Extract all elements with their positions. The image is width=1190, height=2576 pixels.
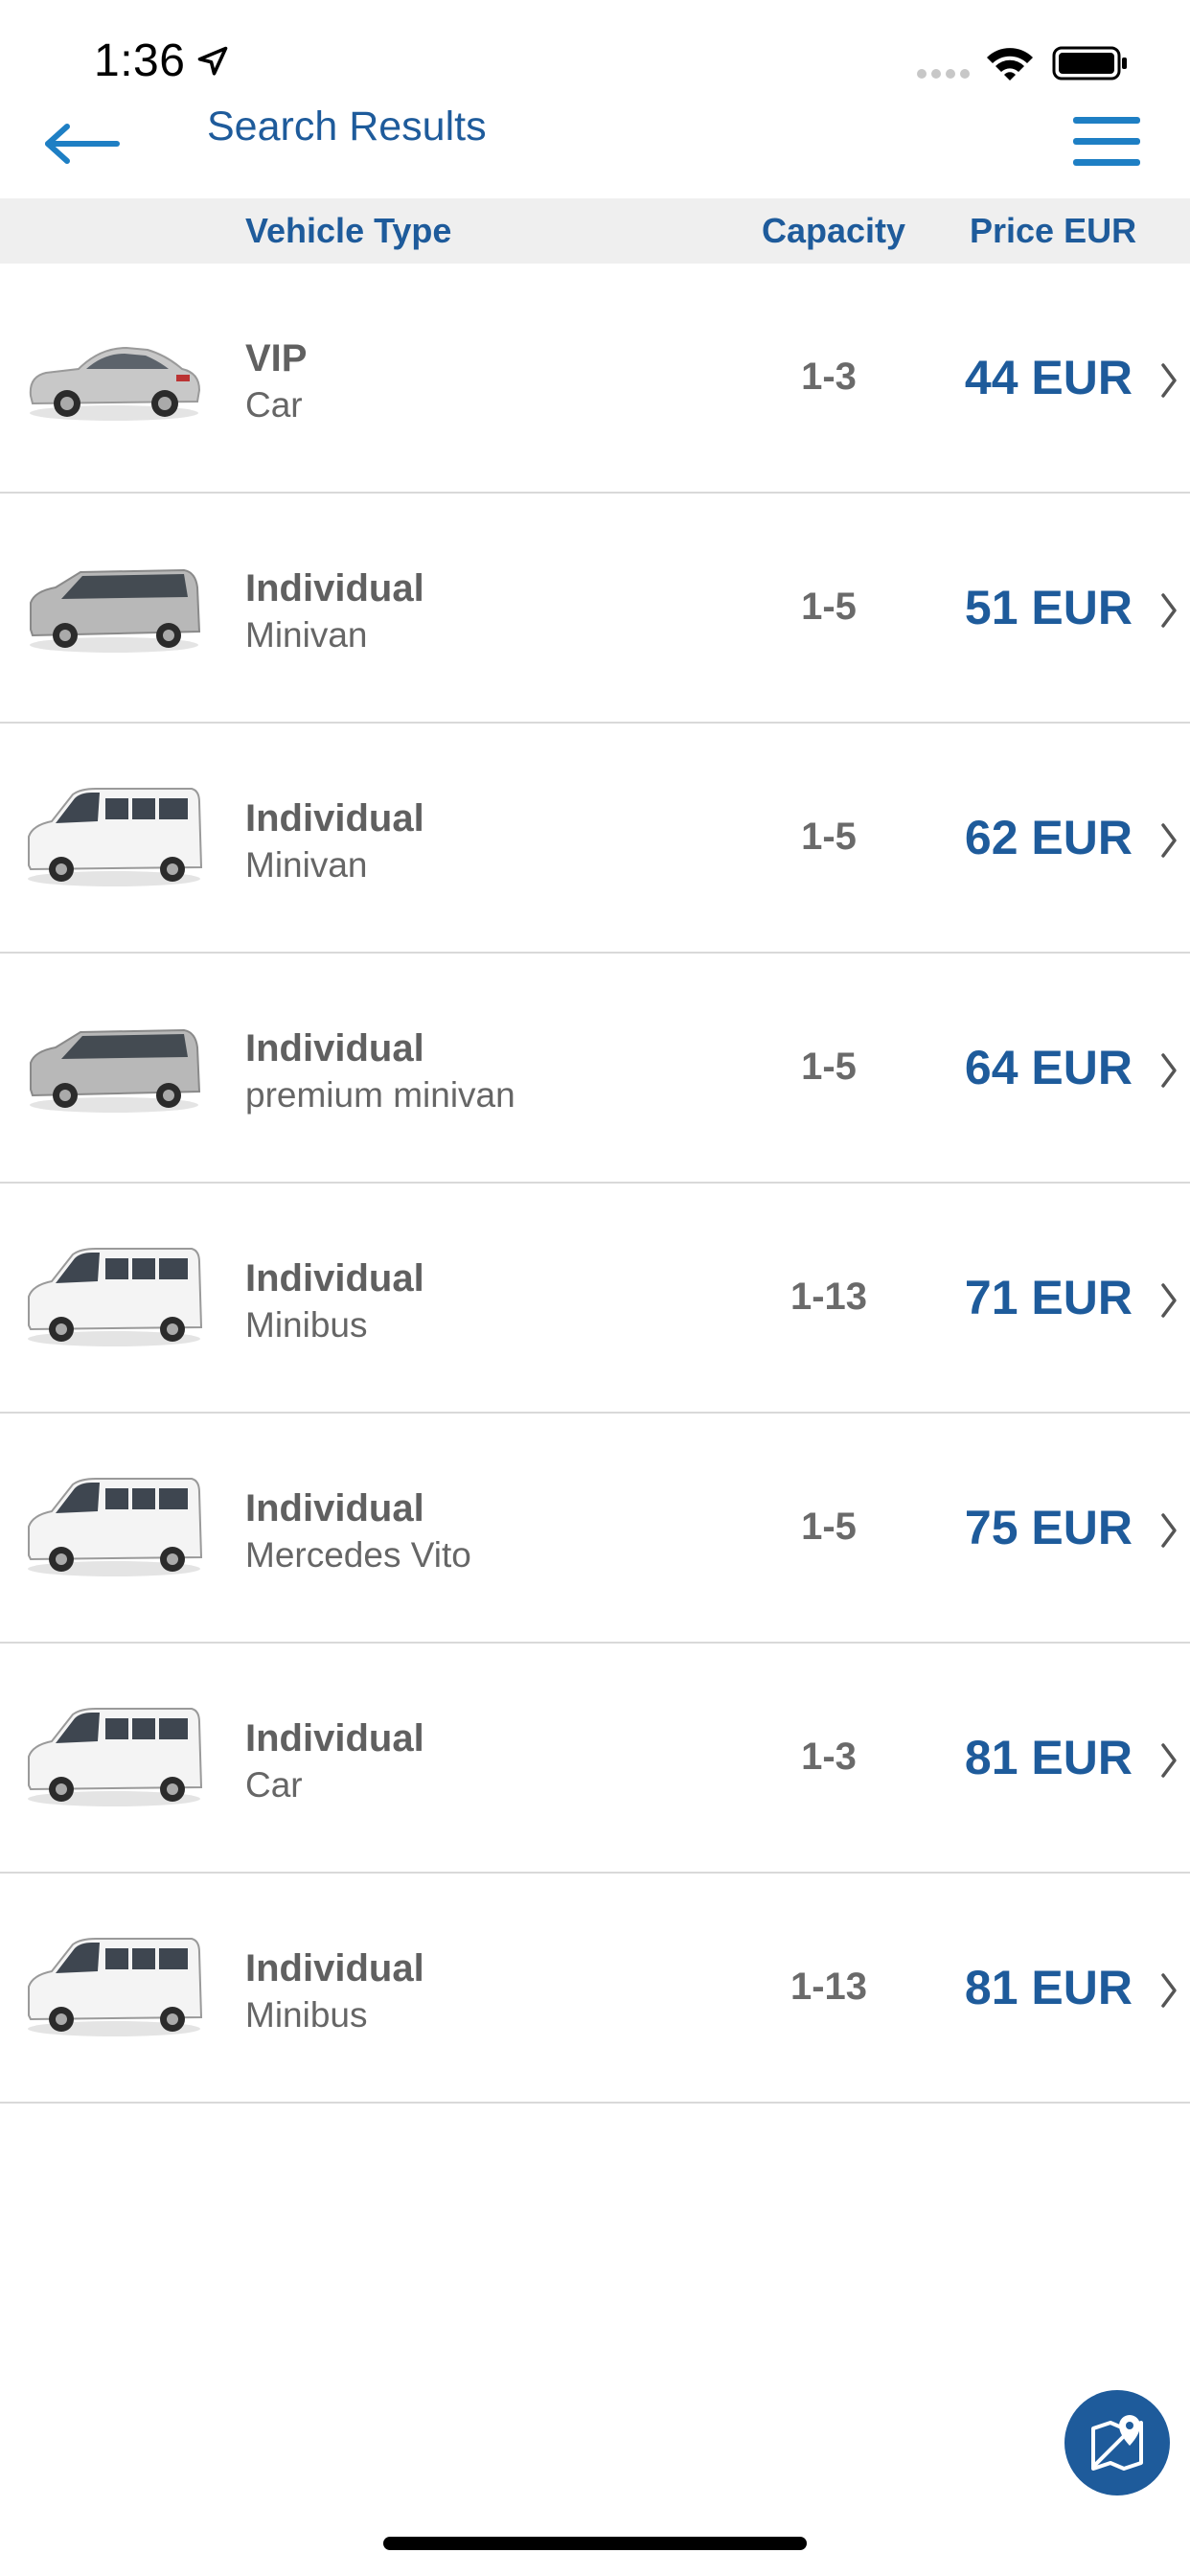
home-indicator xyxy=(383,2537,807,2550)
vehicle-price: 71 EUR xyxy=(964,1271,1133,1324)
van-image xyxy=(28,788,203,886)
chevron-right-icon xyxy=(1161,1513,1177,1548)
vehicle-category: Individual xyxy=(245,1487,424,1530)
vehicle-price: 44 EUR xyxy=(964,351,1133,404)
result-row[interactable]: Individual Minivan 1-5 62 EUR xyxy=(0,724,1190,954)
vehicle-subtype: Minivan xyxy=(245,845,368,885)
minivan-image xyxy=(30,568,201,653)
result-row[interactable]: VIP Car 1-3 44 EUR xyxy=(0,264,1190,494)
vehicle-category: VIP xyxy=(245,337,308,380)
results-list: VIP Car 1-3 44 EUR Individual Minivan 1-… xyxy=(0,264,1190,2104)
map-button[interactable] xyxy=(1064,2390,1170,2496)
van-image xyxy=(28,1708,203,1806)
vehicle-price: 81 EUR xyxy=(964,1961,1133,2014)
column-header-vehicle-type: Vehicle Type xyxy=(245,211,452,250)
vehicle-subtype: Car xyxy=(245,385,303,425)
vehicle-category: Individual xyxy=(245,797,424,840)
vehicle-price: 62 EUR xyxy=(964,811,1133,864)
van-image xyxy=(28,1248,203,1346)
chevron-right-icon xyxy=(1161,1973,1177,2008)
column-header-price: Price EUR xyxy=(970,211,1137,250)
vehicle-capacity: 1-13 xyxy=(790,1966,868,2008)
chevron-right-icon xyxy=(1161,1053,1177,1088)
vehicle-subtype: Minibus xyxy=(245,1995,368,2035)
van-image xyxy=(28,1938,203,2036)
vehicle-capacity: 1-5 xyxy=(801,1046,857,1088)
table-header: Vehicle Type Capacity Price EUR xyxy=(0,198,1190,264)
hamburger-menu-icon[interactable] xyxy=(1071,113,1142,169)
vehicle-capacity: 1-3 xyxy=(801,356,857,398)
vehicle-capacity: 1-5 xyxy=(801,816,857,858)
van-image xyxy=(28,1478,203,1576)
back-arrow-icon[interactable] xyxy=(40,115,126,172)
map-location-icon xyxy=(1091,2415,1143,2471)
vehicle-subtype: Minivan xyxy=(245,615,368,655)
battery-icon xyxy=(1052,46,1127,80)
location-arrow-icon xyxy=(197,46,228,76)
vehicle-price: 51 EUR xyxy=(964,581,1133,634)
vehicle-capacity: 1-13 xyxy=(790,1276,868,1318)
vehicle-capacity: 1-5 xyxy=(801,586,857,628)
status-time: 1:36 xyxy=(94,35,186,86)
chevron-right-icon xyxy=(1161,823,1177,858)
cellular-signal-icon xyxy=(917,69,970,79)
vehicle-category: Individual xyxy=(245,1947,424,1990)
result-row[interactable]: Individual Car 1-3 81 EUR xyxy=(0,1644,1190,1874)
vehicle-category: Individual xyxy=(245,567,424,610)
vehicle-price: 64 EUR xyxy=(964,1041,1133,1094)
vehicle-capacity: 1-3 xyxy=(801,1736,857,1778)
result-row[interactable]: Individual Mercedes Vito 1-5 75 EUR xyxy=(0,1414,1190,1644)
chevron-right-icon xyxy=(1161,1743,1177,1778)
vehicle-subtype: premium minivan xyxy=(245,1075,515,1115)
result-row[interactable]: Individual premium minivan 1-5 64 EUR xyxy=(0,954,1190,1184)
vehicle-price: 81 EUR xyxy=(964,1731,1133,1784)
column-header-capacity: Capacity xyxy=(762,211,906,250)
result-row[interactable]: Individual Minibus 1-13 81 EUR xyxy=(0,1874,1190,2104)
vehicle-category: Individual xyxy=(245,1717,424,1760)
page-title: Search Results xyxy=(207,104,487,150)
minivan-image xyxy=(30,1028,201,1113)
wifi-icon xyxy=(987,48,1033,80)
vehicle-capacity: 1-5 xyxy=(801,1506,857,1548)
vehicle-subtype: Mercedes Vito xyxy=(245,1535,471,1575)
sedan-image xyxy=(29,346,201,421)
navigation-bar xyxy=(0,96,1190,196)
result-row[interactable]: Individual Minivan 1-5 51 EUR xyxy=(0,494,1190,724)
result-row[interactable]: Individual Minibus 1-13 71 EUR xyxy=(0,1184,1190,1414)
vehicle-subtype: Car xyxy=(245,1765,303,1805)
vehicle-price: 75 EUR xyxy=(964,1501,1133,1554)
chevron-right-icon xyxy=(1161,363,1177,398)
vehicle-category: Individual xyxy=(245,1027,424,1070)
chevron-right-icon xyxy=(1161,593,1177,628)
chevron-right-icon xyxy=(1161,1283,1177,1318)
vehicle-category: Individual xyxy=(245,1257,424,1300)
vehicle-subtype: Minibus xyxy=(245,1305,368,1345)
